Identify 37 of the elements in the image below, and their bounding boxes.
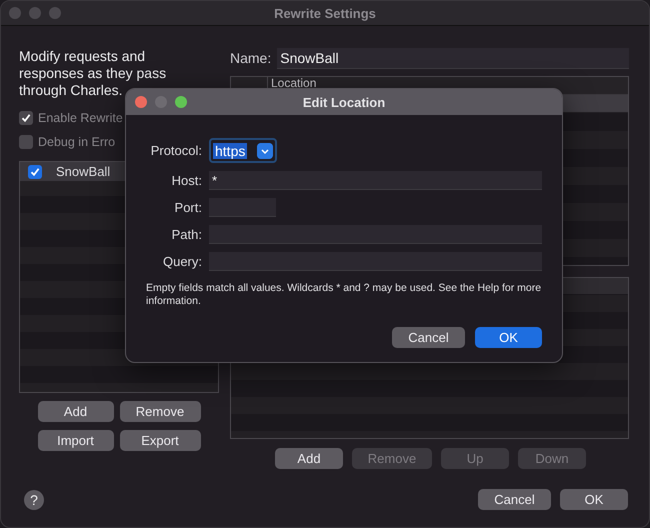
field-label: Query:	[162, 254, 202, 269]
checkbox-label: Debug in Erro	[38, 135, 116, 149]
footer-button[interactable]: OK	[560, 489, 628, 510]
input-field[interactable]	[209, 225, 542, 244]
minimize-icon[interactable]	[29, 7, 41, 19]
checkbox[interactable]	[19, 111, 33, 125]
name-field[interactable]: SnowBall	[277, 48, 629, 68]
input-field[interactable]	[209, 252, 542, 271]
field-label: Port:	[174, 200, 202, 215]
input-field[interactable]	[209, 198, 276, 217]
chevron-down-icon	[257, 142, 274, 158]
help-button[interactable]: ?	[24, 490, 44, 510]
description-text: Modify requests and responses as they pass through Charles.	[19, 48, 168, 99]
input-field[interactable]: *	[209, 171, 542, 190]
list-button[interactable]: Add	[38, 401, 114, 422]
list-button[interactable]: Export	[120, 430, 200, 451]
set-name: SnowBall	[56, 164, 110, 179]
footer-button[interactable]: Cancel	[478, 489, 551, 510]
zoom-icon[interactable]	[175, 96, 187, 108]
checkbox[interactable]	[28, 164, 42, 178]
list-button[interactable]: Remove	[120, 401, 200, 422]
zoom-icon[interactable]	[49, 7, 61, 19]
field-label: Path:	[170, 227, 202, 242]
checkbox[interactable]	[19, 135, 33, 149]
field-label: Protocol:	[150, 143, 202, 158]
help-text: Empty fields match all values. Wildcards * and ? may be used. See the Help for more information.	[145, 281, 542, 308]
close-icon[interactable]	[9, 7, 21, 19]
name-label: Name:	[230, 50, 272, 66]
protocol-dropdown[interactable]: https	[209, 138, 278, 163]
dialog-button[interactable]: Cancel	[392, 327, 465, 348]
list-button[interactable]: Import	[38, 430, 114, 451]
checkbox-label: Enable Rewrite	[38, 111, 123, 125]
dialog-button[interactable]: OK	[475, 327, 542, 348]
close-icon[interactable]	[135, 96, 147, 108]
rule-button[interactable]: Add	[275, 448, 343, 469]
window-title: Rewrite Settings	[274, 6, 376, 20]
dialog-title: Edit Location	[302, 94, 386, 110]
